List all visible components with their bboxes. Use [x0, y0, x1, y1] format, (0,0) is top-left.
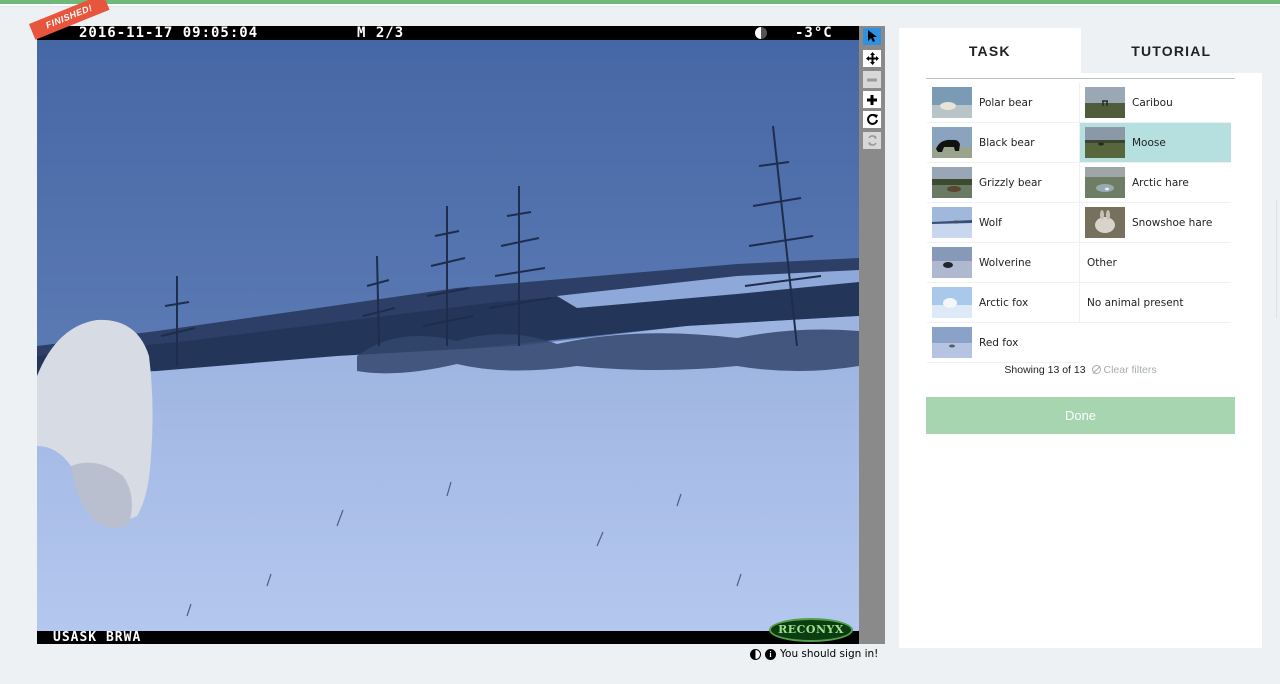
moose-thumbnail	[1085, 127, 1125, 158]
grizzly-bear-thumbnail	[932, 167, 972, 198]
polar-bear-thumbnail	[932, 87, 972, 118]
panel-tabs: TASK TUTORIAL	[899, 28, 1262, 73]
choice-black-bear[interactable]: Black bear	[927, 123, 1079, 163]
black-bear-thumbnail	[932, 127, 972, 158]
photo-temperature: -3°C	[795, 26, 833, 41]
top-banner	[0, 0, 1280, 7]
sign-in-notice: i You should sign in!	[750, 645, 878, 663]
snowshoe-hare-thumbnail	[1085, 207, 1125, 238]
image-toolbar	[859, 26, 885, 644]
choice-arctic-fox[interactable]: Arctic fox	[927, 283, 1079, 323]
move-icon[interactable]	[863, 50, 881, 67]
choice-red-fox[interactable]: Red fox	[927, 323, 1079, 363]
photo-site: USASK BRWA	[53, 630, 142, 644]
clear-filters-icon	[1092, 365, 1102, 374]
filter-status: Showing 13 of 13 Clear filters	[899, 364, 1262, 376]
reset-icon[interactable]	[863, 132, 881, 149]
zoom-in-icon[interactable]	[863, 91, 881, 108]
wolf-thumbnail	[932, 207, 972, 238]
subject-viewer[interactable]: 2016-11-17 09:05:04 M 2/3 -3°C USASK BRW…	[37, 26, 859, 644]
pointer-icon[interactable]	[863, 28, 881, 45]
camera-trap-photo	[37, 26, 859, 644]
red-fox-thumbnail	[932, 327, 972, 358]
choice-no-animal-present[interactable]: No animal present	[1079, 283, 1231, 323]
photo-frame: M 2/3	[357, 26, 405, 41]
tab-tutorial[interactable]: TUTORIAL	[1080, 28, 1262, 73]
task-panel: TASK TUTORIAL Polar bear Black bear Griz…	[899, 28, 1262, 648]
camera-info-bar: 2016-11-17 09:05:04 M 2/3 -3°C	[37, 26, 859, 40]
top-accent-bar	[0, 0, 1280, 4]
wolverine-thumbnail	[932, 247, 972, 278]
camera-brand-logo: RECONYX	[769, 618, 853, 642]
choice-other[interactable]: Other	[1079, 243, 1231, 283]
clear-filters-button[interactable]: Clear filters	[1092, 364, 1157, 376]
tab-task[interactable]: TASK	[899, 28, 1081, 73]
moon-phase-icon	[755, 27, 767, 39]
choice-arctic-hare[interactable]: Arctic hare	[1079, 163, 1231, 203]
caribou-thumbnail	[1085, 87, 1125, 118]
choice-polar-bear[interactable]: Polar bear	[927, 83, 1079, 123]
choice-wolf[interactable]: Wolf	[927, 203, 1079, 243]
choice-caribou[interactable]: Caribou	[1079, 83, 1231, 123]
done-button[interactable]: Done	[926, 397, 1235, 434]
arctic-hare-thumbnail	[1085, 167, 1125, 198]
page-edge-divider	[1276, 200, 1280, 318]
tab-divider	[926, 78, 1235, 79]
showing-count: Showing 13 of 13	[1004, 364, 1086, 376]
choice-snowshoe-hare[interactable]: Snowshoe hare	[1079, 203, 1231, 243]
camera-site-bar: USASK BRWA	[37, 631, 859, 644]
sign-in-message[interactable]: You should sign in!	[780, 648, 878, 660]
choice-moose[interactable]: Moose	[1079, 123, 1231, 163]
zoom-out-icon[interactable]	[863, 71, 881, 88]
info-icon[interactable]: i	[765, 648, 776, 660]
rotate-icon[interactable]	[863, 111, 881, 128]
choice-grizzly-bear[interactable]: Grizzly bear	[927, 163, 1079, 203]
arctic-fox-thumbnail	[932, 287, 972, 318]
contrast-icon[interactable]	[750, 648, 761, 660]
choice-wolverine[interactable]: Wolverine	[927, 243, 1079, 283]
photo-datetime: 2016-11-17 09:05:04	[79, 26, 259, 41]
